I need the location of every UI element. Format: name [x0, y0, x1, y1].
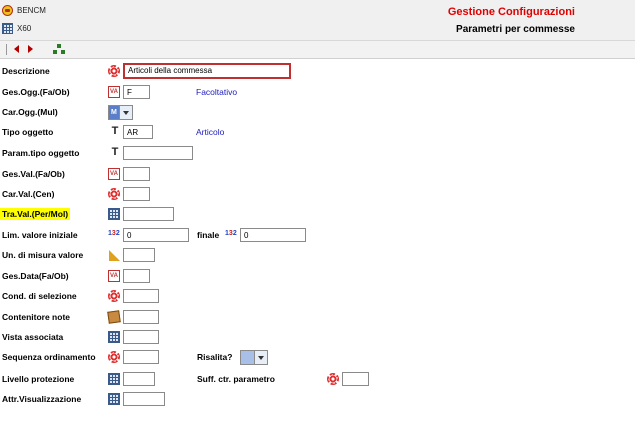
attr-visual-label: Attr.Visualizzazione	[2, 394, 82, 404]
numeric-icon: 132	[108, 230, 120, 237]
header: BENCM X60 Gestione Configurazioni Parame…	[0, 0, 635, 40]
row-descrizione: Descrizione Articoli della commessa	[0, 63, 635, 81]
finale-label: finale	[197, 230, 220, 240]
cond-selezione-label: Cond. di selezione	[2, 291, 77, 301]
required-gear-icon	[108, 65, 120, 77]
suff-ctr-input[interactable]	[342, 372, 369, 386]
prev-arrow-icon[interactable]	[14, 45, 19, 53]
va-icon: VA	[108, 86, 120, 98]
va-icon: VA	[108, 168, 120, 180]
page-subtitle: Parametri per commesse	[456, 24, 575, 35]
chevron-down-icon[interactable]	[118, 106, 132, 119]
ges-data-label: Ges.Data(Fa/Ob)	[2, 271, 69, 281]
contenitore-note-label: Contenitore note	[2, 312, 70, 322]
next-arrow-icon[interactable]	[28, 45, 33, 53]
grid-icon	[108, 373, 120, 385]
toolbar	[0, 40, 635, 59]
ges-data-input[interactable]	[123, 269, 150, 283]
contenitore-note-input[interactable]	[123, 310, 159, 324]
row-ges-data: Ges.Data(Fa/Ob) VA	[0, 268, 635, 286]
risalita-label: Risalita?	[197, 352, 233, 362]
page-title: Gestione Configurazioni	[447, 6, 575, 18]
risalita-select[interactable]	[240, 350, 268, 365]
finale-input[interactable]: 0	[240, 228, 306, 242]
numeric-icon: 132	[225, 230, 237, 237]
tipo-oggetto-input[interactable]: AR	[123, 125, 153, 139]
app-name-row: BENCM	[2, 5, 46, 16]
row-tipo-oggetto: Tipo oggetto T AR Articolo	[0, 124, 635, 142]
app-name: BENCM	[17, 6, 46, 15]
car-val-input[interactable]	[123, 187, 150, 201]
ruler-icon	[109, 250, 120, 261]
row-ges-val: Ges.Val.(Fa/Ob) VA	[0, 166, 635, 184]
row-livello-protezione: Livello protezione Suff. ctr. parametro	[0, 371, 635, 389]
gear-icon	[108, 351, 120, 363]
box-icon	[107, 310, 121, 324]
row-cond-selezione: Cond. di selezione	[0, 288, 635, 306]
window-grid-icon	[2, 23, 13, 34]
t-icon: T	[111, 146, 119, 158]
row-contenitore-note: Contenitore note	[0, 309, 635, 327]
tra-val-label: Tra.Val.(Per/Mol)	[0, 208, 71, 220]
row-car-ogg: Car.Ogg.(Mul) M	[0, 104, 635, 122]
row-vista-associata: Vista associata	[0, 329, 635, 347]
descrizione-label: Descrizione	[2, 66, 50, 76]
tra-val-input[interactable]	[123, 207, 174, 221]
chevron-down-icon[interactable]	[254, 351, 267, 364]
sequenza-input[interactable]	[123, 350, 159, 364]
livello-protezione-input[interactable]	[123, 372, 155, 386]
livello-protezione-label: Livello protezione	[2, 374, 75, 384]
lim-valore-label: Lim. valore iniziale	[2, 230, 78, 240]
gear-icon	[327, 373, 339, 385]
vista-associata-label: Vista associata	[2, 332, 64, 342]
grid-icon	[108, 208, 120, 220]
sequenza-label: Sequenza ordinamento	[2, 352, 96, 362]
vista-associata-input[interactable]	[123, 330, 159, 344]
param-tipo-input[interactable]	[123, 146, 193, 160]
grid-icon	[108, 331, 120, 343]
ges-ogg-input[interactable]: F	[123, 85, 150, 99]
row-param-tipo: Param.tipo oggetto T	[0, 145, 635, 163]
gear-icon	[108, 290, 120, 302]
cond-selezione-input[interactable]	[123, 289, 159, 303]
app-logo-icon	[2, 5, 13, 16]
suff-ctr-label: Suff. ctr. parametro	[197, 374, 275, 384]
ges-val-label: Ges.Val.(Fa/Ob)	[2, 169, 65, 179]
descrizione-input[interactable]: Articoli della commessa	[123, 63, 291, 79]
row-un-misura: Un. di misura valore	[0, 247, 635, 265]
ges-ogg-hint: Facoltativo	[196, 87, 238, 97]
risalita-selected	[241, 351, 254, 364]
lim-valore-input[interactable]: 0	[123, 228, 189, 242]
car-val-label: Car.Val.(Cen)	[2, 189, 55, 199]
gear-icon	[108, 188, 120, 200]
car-ogg-selected: M	[109, 106, 119, 119]
va-icon: VA	[108, 270, 120, 282]
tipo-oggetto-hint: Articolo	[196, 127, 225, 137]
row-sequenza: Sequenza ordinamento Risalita?	[0, 349, 635, 367]
ges-ogg-label: Ges.Ogg.(Fa/Ob)	[2, 87, 70, 97]
row-tra-val: Tra.Val.(Per/Mol)	[0, 206, 635, 224]
tipo-oggetto-label: Tipo oggetto	[2, 127, 54, 137]
param-tipo-label: Param.tipo oggetto	[2, 148, 80, 158]
tree-view-icon[interactable]	[53, 44, 65, 55]
row-ges-ogg: Ges.Ogg.(Fa/Ob) VA F Facoltativo	[0, 84, 635, 102]
car-ogg-label: Car.Ogg.(Mul)	[2, 107, 58, 117]
un-misura-label: Un. di misura valore	[2, 250, 84, 260]
un-misura-input[interactable]	[123, 248, 155, 262]
attr-visual-input[interactable]	[123, 392, 165, 406]
car-ogg-select[interactable]: M	[108, 105, 133, 120]
window-name-row: X60	[2, 23, 31, 34]
row-attr-visual: Attr.Visualizzazione	[0, 391, 635, 409]
grid-icon	[108, 393, 120, 405]
window-name: X60	[17, 24, 32, 33]
row-car-val: Car.Val.(Cen)	[0, 186, 635, 204]
t-icon: T	[111, 125, 119, 137]
row-lim-valore: Lim. valore iniziale 132 0 finale 132 0	[0, 227, 635, 245]
ges-val-input[interactable]	[123, 167, 150, 181]
toolbar-separator	[6, 44, 7, 55]
